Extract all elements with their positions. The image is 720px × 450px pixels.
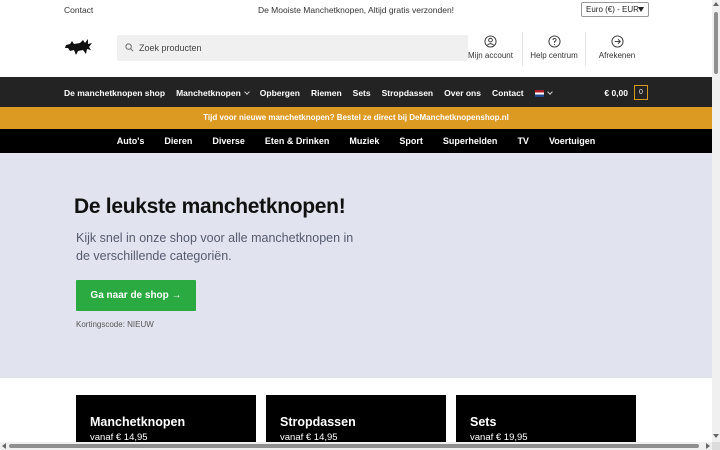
category-navigation: Auto's Dieren Diverse Eten & Drinken Muz… <box>0 129 712 153</box>
arrow-right-circle-icon <box>610 35 624 48</box>
checkout-label: Afrekenen <box>598 51 636 60</box>
chevron-down-icon <box>243 88 250 95</box>
nav-item-sets[interactable]: Sets <box>353 88 371 98</box>
vertical-scrollbar[interactable] <box>712 0 720 450</box>
go-to-shop-button[interactable]: Ga naar de shop → <box>76 280 196 311</box>
nav-item-label: Manchetknopen <box>176 88 241 98</box>
cart-button[interactable]: € 0,00 0 <box>604 85 648 100</box>
cart-count-badge: 0 <box>634 85 648 100</box>
my-account-label: Mijn account <box>468 51 513 60</box>
card-title: Manchetknopen <box>90 415 186 429</box>
help-icon <box>547 35 561 48</box>
bull-logo-icon[interactable] <box>64 36 94 58</box>
category-voertuigen[interactable]: Voertuigen <box>549 136 595 146</box>
scrollbar-corner <box>712 442 720 450</box>
checkout-link[interactable]: Afrekenen <box>585 32 648 66</box>
scroll-up-icon[interactable] <box>713 2 719 6</box>
chevron-down-icon <box>638 7 644 12</box>
nav-item-contact[interactable]: Contact <box>492 88 524 98</box>
card-title: Stropdassen <box>280 415 356 429</box>
vertical-scroll-thumb[interactable] <box>714 12 718 74</box>
help-center-link[interactable]: Help centrum <box>522 32 585 66</box>
site-header: Mijn account Help centrum Afrekenen <box>0 20 712 77</box>
category-sport[interactable]: Sport <box>399 136 423 146</box>
currency-selected-value: Euro (€) - EUR <box>586 5 639 14</box>
scroll-right-icon[interactable] <box>706 443 710 449</box>
chevron-down-icon <box>546 88 553 95</box>
cart-total: € 0,00 <box>604 87 628 98</box>
nav-item-shop[interactable]: De manchetknopen shop <box>64 88 165 98</box>
scroll-down-icon[interactable] <box>713 434 719 438</box>
hero-section: De leukste manchetknopen! Kijk snel in o… <box>0 153 712 378</box>
language-switcher[interactable] <box>534 88 553 98</box>
promo-banner-text: Tijd voor nieuwe manchetknopen? Bestel z… <box>203 113 509 122</box>
help-center-label: Help centrum <box>530 51 578 60</box>
category-muziek[interactable]: Muziek <box>349 136 379 146</box>
category-autos[interactable]: Auto's <box>117 136 145 146</box>
dutch-flag-icon <box>534 90 544 97</box>
category-superhelden[interactable]: Superhelden <box>443 136 498 146</box>
horizontal-scroll-thumb[interactable] <box>9 444 699 448</box>
currency-select[interactable]: Euro (€) - EUR <box>581 2 649 17</box>
nav-item-stropdassen[interactable]: Stropdassen <box>382 88 434 98</box>
category-dieren[interactable]: Dieren <box>164 136 192 146</box>
discount-code-text: Kortingscode: NIEUW <box>76 320 154 329</box>
nav-item-manchetknopen[interactable]: Manchetknopen <box>176 88 250 98</box>
hero-title: De leukste manchetknopen! <box>74 195 346 218</box>
promo-banner[interactable]: Tijd voor nieuwe manchetknopen? Bestel z… <box>0 107 712 129</box>
scroll-left-icon[interactable] <box>2 443 6 449</box>
header-links: Mijn account Help centrum Afrekenen <box>459 32 648 66</box>
category-eten-drinken[interactable]: Eten & Drinken <box>265 136 330 146</box>
category-tv[interactable]: TV <box>517 136 529 146</box>
horizontal-scrollbar[interactable] <box>0 442 712 450</box>
user-icon <box>484 35 497 48</box>
category-diverse[interactable]: Diverse <box>212 136 245 146</box>
search-box <box>117 35 468 61</box>
card-title: Sets <box>470 415 497 429</box>
main-navigation: De manchetknopen shop Manchetknopen Opbe… <box>0 77 712 107</box>
top-contact-link[interactable]: Contact <box>64 5 93 15</box>
search-icon <box>125 43 134 52</box>
nav-item-opbergen[interactable]: Opbergen <box>260 88 300 98</box>
search-input[interactable] <box>139 35 459 61</box>
nav-item-riemen[interactable]: Riemen <box>311 88 342 98</box>
my-account-link[interactable]: Mijn account <box>459 32 522 66</box>
nav-item-over-ons[interactable]: Over ons <box>444 88 481 98</box>
hero-subtitle: Kijk snel in onze shop voor alle manchet… <box>76 231 354 263</box>
top-bar: Contact De Mooiste Manchetknopen, Altijd… <box>0 0 712 20</box>
